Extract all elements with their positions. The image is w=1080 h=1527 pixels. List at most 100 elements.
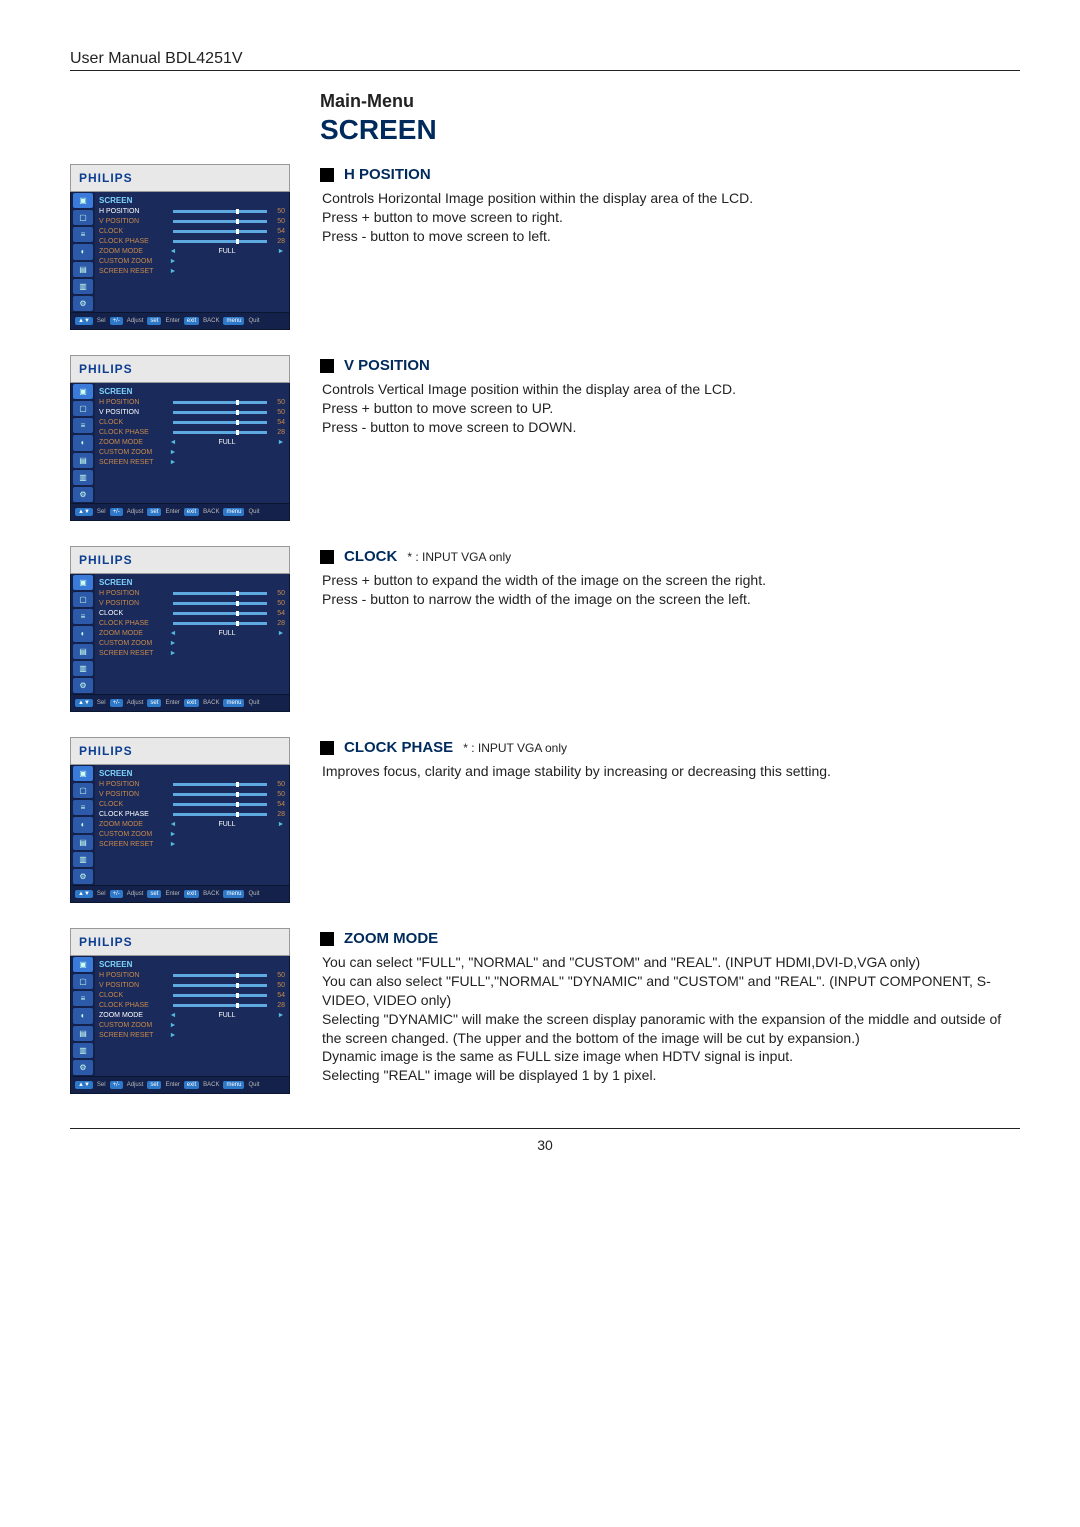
osd-content: SCREEN H POSITION50 V POSITION50 CLOCK54… [95,192,289,312]
square-bullet-icon [320,741,334,755]
osd-value: 50 [271,399,285,406]
osd-body: ▣ ▢ ≡ ◐ ▤ ▥ ⚙ SCREEN H POSITION50 V POSI… [70,192,290,313]
osd-item: CLOCK [99,419,169,426]
osd-icon: ▤ [73,1026,93,1041]
osd-brand: PHILIPS [79,362,133,376]
osd-item: ZOOM MODE [99,1012,169,1019]
osd-value: 50 [271,409,285,416]
osd-item: V POSITION [99,600,169,607]
osd-full-value: FULL [177,821,277,828]
osd-slider [173,240,267,243]
body-text: Controls Horizontal Image position withi… [322,189,1020,246]
osd-value: 50 [271,972,285,979]
osd-footer-btn: +/- [110,317,123,325]
osd-item: V POSITION [99,982,169,989]
osd-value: 50 [271,600,285,607]
osd-item: SCREEN RESET [99,650,169,657]
right-arrow-icon: ► [169,258,177,265]
osd-brand-bar: PHILIPS [70,164,290,192]
osd-icon: ◐ [73,817,93,832]
osd-footer: ▲▼Sel +/-Adjust setEnter exitBACK menuQu… [70,313,290,330]
manual-page: User Manual BDL4251V Main-Menu SCREEN PH… [0,0,1080,1193]
osd-icon: ▥ [73,1043,93,1058]
osd-item: SCREEN RESET [99,268,169,275]
osd-footer-txt: Adjust [127,318,144,324]
square-bullet-icon [320,168,334,182]
osd-footer-txt: BACK [203,318,219,324]
heading-text: CLOCK PHASE [344,739,453,756]
osd-item: ZOOM MODE [99,821,169,828]
osd-icon: ≡ [73,991,93,1006]
osd-icon: ▥ [73,279,93,294]
osd-item: CUSTOM ZOOM [99,1022,169,1029]
osd-icon: ⚙ [73,296,93,311]
body-text: Controls Vertical Image position within … [322,380,1020,437]
square-bullet-icon [320,359,334,373]
osd-value: 54 [271,801,285,808]
body-text: Press + button to expand the width of th… [322,571,1020,609]
osd-screenshot-clock: PHILIPS ▣ ▢ ≡ ◐ ▤ ▥ ⚙ SCREEN H POSITION5… [70,546,290,712]
osd-item: SCREEN RESET [99,1032,169,1039]
osd-icon: ⚙ [73,678,93,693]
osd-footer-btn: menu [223,317,244,325]
osd-item: H POSITION [99,972,169,979]
osd-icon: ▢ [73,974,93,989]
osd-icon: ▣ [73,766,93,781]
osd-footer-btn: exit [184,317,199,325]
osd-item: CLOCK [99,992,169,999]
osd-icon: ⚙ [73,869,93,884]
osd-footer-txt: Quit [248,318,259,324]
osd-item: H POSITION [99,781,169,788]
osd-footer-txt: Sel [97,318,106,324]
osd-item: CLOCK [99,610,169,617]
osd-full-value: FULL [177,630,277,637]
osd-icon: ▣ [73,957,93,972]
osd-item: CUSTOM ZOOM [99,449,169,456]
section-clock: PHILIPS ▣ ▢ ≡ ◐ ▤ ▥ ⚙ SCREEN H POSITION5… [70,546,1020,712]
osd-icon: ▣ [73,575,93,590]
osd-value: 54 [271,419,285,426]
page-header-rule: User Manual BDL4251V [70,50,1020,71]
osd-slider [173,230,267,233]
osd-icon: ▢ [73,783,93,798]
osd-item: CUSTOM ZOOM [99,831,169,838]
osd-icon: ≡ [73,800,93,815]
osd-icon: ▢ [73,401,93,416]
osd-icon: ⚙ [73,1060,93,1075]
osd-value: 54 [271,228,285,235]
osd-icon-column: ▣ ▢ ≡ ◐ ▤ ▥ ⚙ [71,192,95,312]
osd-item: ZOOM MODE [99,630,169,637]
osd-icon: ◐ [73,244,93,259]
section-v-position: PHILIPS ▣ ▢ ≡ ◐ ▤ ▥ ⚙ SCREEN H POSITION5… [70,355,1020,521]
osd-brand: PHILIPS [79,935,133,949]
osd-value: 50 [271,982,285,989]
osd-slider [173,210,267,213]
osd-icon: ▤ [73,644,93,659]
right-arrow-icon: ► [169,268,177,275]
osd-brand: PHILIPS [79,744,133,758]
body-text: You can select "FULL", "NORMAL" and "CUS… [322,953,1020,1085]
left-arrow-icon: ◄ [169,248,177,255]
osd-menu-title: SCREEN [99,196,285,205]
osd-value: 50 [271,208,285,215]
osd-full-value: FULL [177,439,277,446]
osd-icon: ▤ [73,453,93,468]
osd-value: 50 [271,218,285,225]
heading-text: CLOCK [344,548,397,565]
osd-screenshot-clock-phase: PHILIPS ▣ ▢ ≡ ◐ ▤ ▥ ⚙ SCREEN H POSITION5… [70,737,290,903]
osd-full-value: FULL [177,1012,277,1019]
osd-item: CUSTOM ZOOM [99,258,169,265]
osd-icon: ≡ [73,609,93,624]
osd-icon: ◐ [73,1008,93,1023]
osd-footer-txt: Enter [165,318,179,324]
header-text: User Manual BDL4251V [70,50,243,67]
section-text-h-position: H POSITION Controls Horizontal Image pos… [320,164,1020,246]
osd-icon: ◐ [73,626,93,641]
osd-icon: ▤ [73,262,93,277]
osd-item: V POSITION [99,791,169,798]
osd-icon: ◐ [73,435,93,450]
osd-icon: ▥ [73,852,93,867]
osd-value: 28 [271,1002,285,1009]
heading-text: V POSITION [344,357,430,374]
osd-icon: ▣ [73,193,93,208]
